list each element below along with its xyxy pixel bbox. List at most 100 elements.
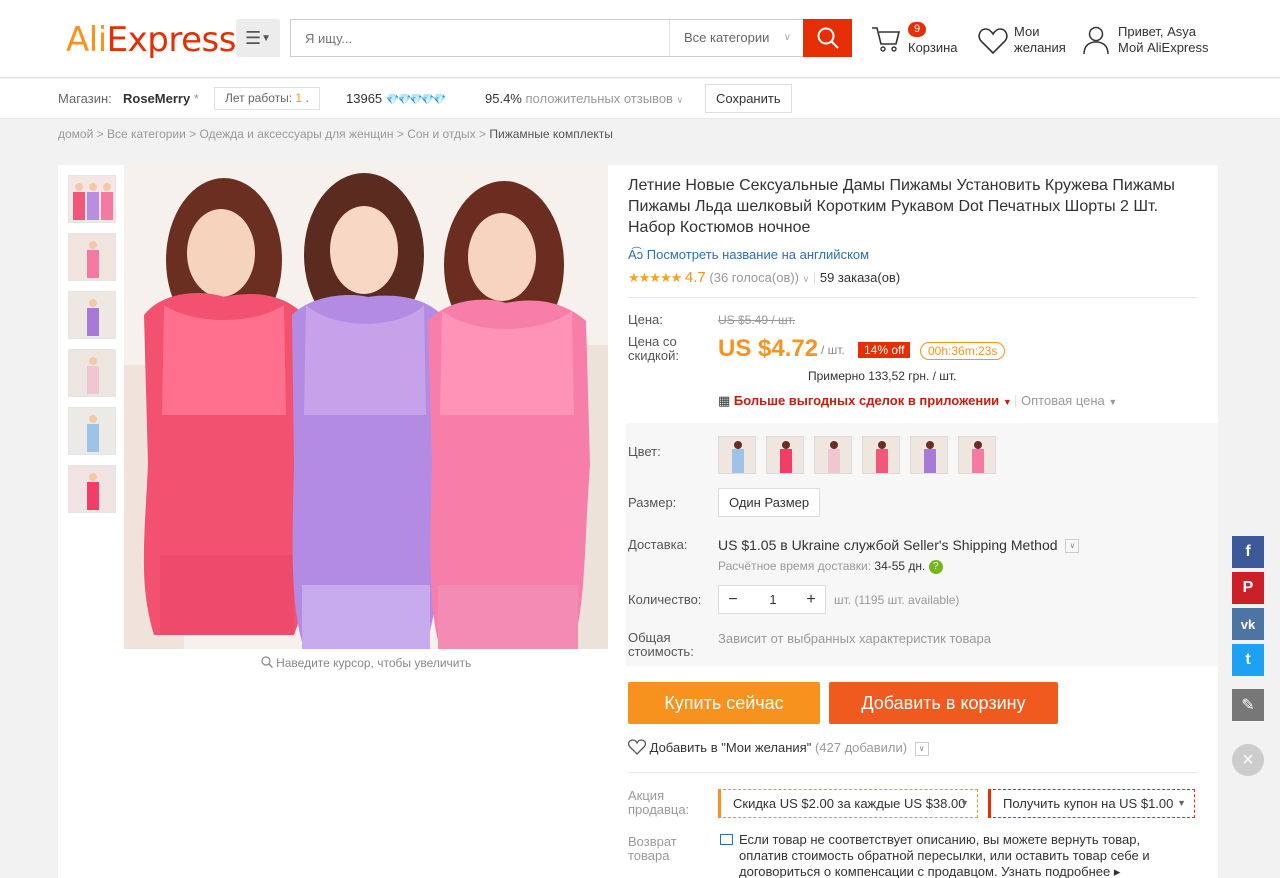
account-link[interactable]: Привет, Asya Мой AliExpress <box>1082 24 1222 60</box>
rating-row: ★★★★★ 4.7 (36 голоса(ов)) ∨ | 59 заказа(… <box>628 269 901 286</box>
vk-share-button[interactable]: vk <box>1232 608 1264 640</box>
quantity-stepper: − 1 + <box>718 585 826 614</box>
chevron-down-icon[interactable]: ∨ <box>803 274 810 284</box>
close-social-button[interactable]: × <box>1232 744 1264 776</box>
breadcrumb-sleep[interactable]: Сон и отдых <box>407 127 475 141</box>
return-policy-text[interactable]: Если товар не соответствует описанию, вы… <box>739 832 1179 878</box>
search-input[interactable] <box>291 20 669 56</box>
positive-value: 95.4% <box>485 91 522 106</box>
wholesale-text: Оптовая цена <box>1021 393 1105 408</box>
help-icon[interactable]: ? <box>928 559 943 574</box>
coupon-text: Получить купон на US $1.00 <box>1003 796 1174 811</box>
breadcrumb-all-categories[interactable]: Все категории <box>107 127 186 141</box>
promo-label-line2: продавца: <box>628 802 690 817</box>
breadcrumb-women-clothing[interactable]: Одежда и аксессуары для женщин <box>200 127 394 141</box>
positive-feedback[interactable]: 95.4% положительных отзывов ∨ <box>485 91 683 106</box>
color-option[interactable] <box>814 436 852 474</box>
get-coupon-dropdown[interactable]: Получить купон на US $1.00 ▼ <box>988 789 1195 818</box>
translate-title-link[interactable]: A͡ↄ Посмотреть название на английском <box>628 247 869 262</box>
thumbnail-image[interactable] <box>68 233 116 281</box>
save-store-button[interactable]: Сохранить <box>705 84 792 113</box>
app-deals-link[interactable]: ▦ Больше выгодных сделок в приложении ▼ <box>718 393 1012 409</box>
caret-down-icon: ▼ <box>1177 798 1186 808</box>
zoom-hint-text: Наведите курсор, чтобы увеличить <box>276 656 472 670</box>
pencil-icon: ✎ <box>1241 697 1255 714</box>
chevron-down-icon[interactable]: ∨ <box>1065 539 1080 554</box>
thumbnail-image[interactable] <box>68 291 116 339</box>
total-label-line1: Общая <box>628 630 671 645</box>
add-to-wishlist-link[interactable]: Добавить в "Мои желания" (427 добавили) … <box>627 739 929 756</box>
rating-votes[interactable]: (36 голоса(ов)) <box>709 270 799 285</box>
thumbnail-image[interactable] <box>68 175 116 223</box>
wishlist-line1: Мои <box>1014 24 1040 39</box>
quantity-increase-button[interactable]: + <box>797 586 825 613</box>
thumbnail-picture <box>69 292 115 338</box>
size-option-button[interactable]: Один Размер <box>718 488 821 517</box>
add-to-cart-button[interactable]: Добавить в корзину <box>829 682 1058 724</box>
breadcrumb: домой > Все категории > Одежда и аксессу… <box>58 127 613 141</box>
color-option[interactable] <box>766 436 804 474</box>
twitter-share-button[interactable]: t <box>1232 644 1264 676</box>
rating-value: 4.7 <box>684 269 706 286</box>
old-price: US $5.49 / шт. <box>718 313 796 327</box>
color-option[interactable] <box>718 436 756 474</box>
twitter-icon: t <box>1245 651 1251 668</box>
thumbnail-picture <box>69 176 115 222</box>
diamond-icon: 💎💎💎💎💎 <box>385 94 447 106</box>
color-option-picture <box>719 437 755 473</box>
return-label-line1: Возврат <box>628 834 677 849</box>
quantity-input[interactable]: 1 <box>747 586 799 613</box>
search-category-label: Все категории <box>684 30 770 45</box>
shipping-method[interactable]: US $1.05 в Ukraine службой Seller's Ship… <box>718 537 1080 554</box>
thumbnail-image[interactable] <box>68 465 116 513</box>
buy-now-button[interactable]: Купить сейчас <box>628 682 820 724</box>
seller-discount-dropdown[interactable]: Скидка US $2.00 за каждые US $38.00 ▼ <box>718 789 978 818</box>
color-option[interactable] <box>862 436 900 474</box>
wishlist-link[interactable]: Мои желания <box>978 24 1078 60</box>
ship-time-label: Расчётное время доставки: <box>718 559 872 573</box>
store-score[interactable]: 13965 💎💎💎💎💎 <box>346 91 447 106</box>
breadcrumb-current[interactable]: Пижамные комплекты <box>489 127 613 141</box>
pinterest-share-button[interactable]: P <box>1232 572 1264 604</box>
years-value: 1 <box>295 91 303 105</box>
cart-link[interactable]: 9 Корзина <box>870 22 970 58</box>
color-option[interactable] <box>958 436 996 474</box>
category-menu-button[interactable]: ☰ ▼ <box>236 19 280 57</box>
wholesale-price-link[interactable]: | Оптовая цена ▼ <box>1014 393 1117 408</box>
chevron-down-icon: ∨ <box>783 32 791 43</box>
discount-label-line1: Цена со <box>628 334 677 349</box>
pinterest-icon: P <box>1242 579 1254 596</box>
main-product-image[interactable] <box>124 165 608 649</box>
breadcrumb-separator: > <box>479 127 490 141</box>
top-header: AliExpress™ ☰▼ Все категории ∨ 9 Корзина… <box>0 0 1280 78</box>
thumbnail-image[interactable] <box>68 407 116 455</box>
app-deals-text: Больше выгодных сделок в приложении <box>733 393 1000 408</box>
color-option[interactable] <box>910 436 948 474</box>
thumbnail-picture <box>69 408 115 454</box>
chevron-down-icon[interactable]: ∨ <box>914 741 929 756</box>
aliexpress-logo[interactable]: AliExpress™ <box>66 20 245 60</box>
wishlist-label: Мои желания <box>1014 24 1066 56</box>
store-name: RoseMerry <box>123 91 191 106</box>
search-category-select[interactable]: Все категории ∨ <box>669 20 803 56</box>
account-label: Привет, Asya Мой AliExpress <box>1118 24 1209 56</box>
orders-count: 59 заказа(ов) <box>819 270 901 285</box>
breadcrumb-home[interactable]: домой <box>58 127 93 141</box>
shipping-label: Доставка: <box>628 537 688 552</box>
store-score-value: 13965 <box>346 91 383 106</box>
quantity-decrease-button[interactable]: − <box>719 586 747 613</box>
total-cost-note: Зависит от выбранных характеристик товар… <box>718 631 991 646</box>
search-button[interactable] <box>803 19 852 57</box>
account-my-aliexpress: Мой AliExpress <box>1118 40 1209 55</box>
translate-icon: A͡ↄ <box>628 247 644 262</box>
star-rating-icon: ★★★★★ <box>628 270 682 285</box>
size-label: Размер: <box>628 495 677 510</box>
thumbnail-image[interactable] <box>68 349 116 397</box>
thumbnail-picture <box>69 234 115 280</box>
facebook-share-button[interactable]: f <box>1232 536 1264 568</box>
store-name-link[interactable]: RoseMerry * <box>123 91 199 106</box>
thumbnail-picture <box>69 466 115 512</box>
discount-price-label: Цена со скидкой: <box>628 335 679 363</box>
vk-icon: vk <box>1240 616 1256 632</box>
edit-button[interactable]: ✎ <box>1232 689 1264 721</box>
